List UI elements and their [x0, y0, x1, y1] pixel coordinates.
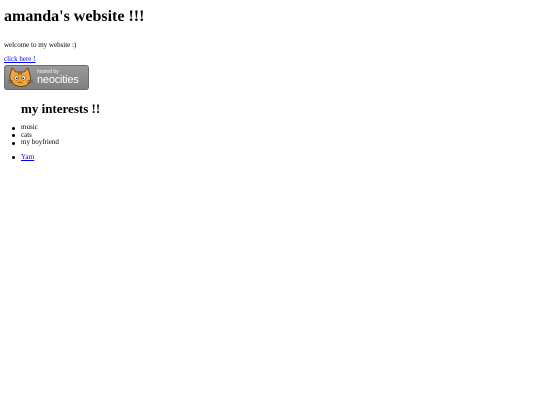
interests-heading: my interests !! — [21, 101, 101, 116]
interests-list: music cats my boyfriend — [12, 123, 536, 147]
list-item: cats — [12, 131, 536, 140]
neocities-cat-icon — [7, 67, 34, 87]
interests-section: my interests !! music cats my boyfriend … — [12, 101, 536, 162]
neocities-badge-link[interactable]: hosted by neocities — [4, 65, 89, 90]
page: amanda's website !!! welcome to my websi… — [0, 8, 540, 405]
links-list: Yarn — [12, 153, 536, 162]
click-here-paragraph: click here ! — [4, 55, 536, 63]
yarn-link[interactable]: Yarn — [21, 153, 34, 161]
click-here-link[interactable]: click here ! — [4, 55, 35, 63]
badge-neocities-text: neocities — [37, 74, 79, 86]
page-title: amanda's website !!! — [4, 8, 145, 25]
list-item: music — [12, 123, 536, 132]
welcome-text: welcome to my website :) — [4, 41, 77, 49]
list-item: Yarn — [12, 153, 536, 162]
list-item: my boyfriend — [12, 139, 536, 147]
neocities-badge-container: hosted by neocities — [4, 65, 89, 90]
